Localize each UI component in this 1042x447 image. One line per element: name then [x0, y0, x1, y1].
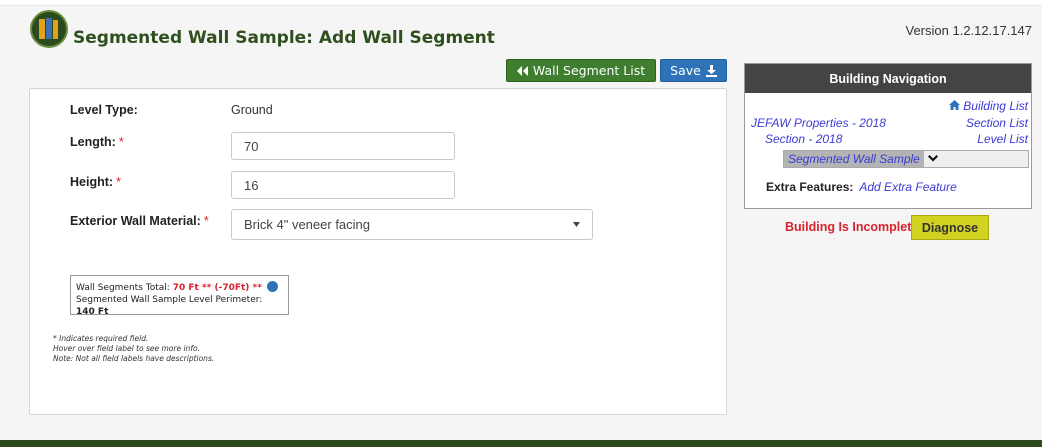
exterior-wall-material-select[interactable]: Brick 4" veneer facing — [231, 209, 593, 240]
top-border — [0, 0, 1042, 6]
required-mark: * — [116, 175, 121, 189]
diagnose-button[interactable]: Diagnose — [911, 215, 989, 240]
wall-segment-form: Level Type: Ground Length:* Height:* Ext… — [29, 88, 727, 415]
building-navigation-title: Building Navigation — [745, 64, 1031, 93]
wall-segments-totals-box: Wall Segments Total: 70 Ft ** (-70Ft) **… — [70, 275, 289, 318]
extra-features-row: Extra Features: Add Extra Feature — [753, 176, 1015, 198]
chevron-down-icon — [927, 155, 938, 162]
home-icon — [948, 100, 960, 110]
level-perimeter-line: Segmented Wall Sample Level Perimeter: 1… — [76, 294, 283, 318]
section-list-link[interactable]: Section List — [966, 116, 1028, 130]
extra-features-label: Extra Features: — [766, 180, 854, 194]
download-icon — [705, 64, 717, 77]
level-perimeter-value: 140 Ft — [76, 307, 109, 317]
current-level-selector[interactable]: Segmented Wall Sample — [783, 150, 1029, 168]
page-title: Segmented Wall Sample: Add Wall Segment — [73, 28, 495, 48]
save-button[interactable]: Save — [660, 59, 727, 82]
exterior-wall-material-value: Brick 4" veneer facing — [244, 217, 371, 232]
level-type-label: Level Type: — [70, 103, 138, 117]
wall-segments-total-value: 70 Ft ** (-70Ft) ** — [172, 283, 262, 293]
hover-note: Hover over field label to see more info. — [53, 344, 200, 353]
height-input[interactable] — [231, 171, 455, 199]
level-type-value: Ground — [231, 103, 273, 117]
current-level-link[interactable]: Segmented Wall Sample — [784, 151, 924, 167]
section-link[interactable]: Section - 2018 — [765, 132, 842, 146]
footer-bar — [0, 440, 1042, 447]
double-chevron-left-icon — [516, 65, 528, 76]
building-list-link[interactable]: Building List — [948, 99, 1028, 113]
help-icon[interactable] — [266, 281, 278, 292]
building-status-message: Building Is Incomplete — [785, 220, 919, 234]
wall-segment-list-button[interactable]: Wall Segment List — [506, 59, 656, 82]
wall-segment-list-label: Wall Segment List — [532, 63, 646, 78]
required-mark: * — [118, 135, 124, 149]
building-navigation-panel: Building Navigation Building List JEFAW … — [744, 63, 1032, 209]
required-note: * Indicates required field. — [53, 334, 149, 343]
caret-down-icon — [573, 222, 580, 227]
level-list-link[interactable]: Level List — [977, 132, 1028, 146]
height-label[interactable]: Height: * — [70, 175, 121, 189]
length-label[interactable]: Length: * — [70, 135, 124, 149]
descriptions-note: Note: Not all field labels have descript… — [53, 354, 215, 363]
version-label: Version 1.2.12.17.147 — [905, 23, 1033, 38]
exterior-wall-material-label[interactable]: Exterior Wall Material: * — [70, 214, 209, 228]
books-logo-icon — [30, 10, 68, 48]
wall-segments-total-line: Wall Segments Total: 70 Ft ** (-70Ft) ** — [76, 281, 283, 294]
wall-segments-total-label: Wall Segments Total: — [76, 283, 170, 293]
required-mark: * — [203, 214, 209, 228]
property-link[interactable]: JEFAW Properties - 2018 — [751, 116, 886, 130]
length-input[interactable] — [231, 132, 455, 160]
add-extra-feature-link[interactable]: Add Extra Feature — [859, 180, 956, 194]
save-label: Save — [670, 63, 701, 78]
form-notes: * Indicates required field. Hover over f… — [53, 334, 214, 364]
level-perimeter-label: Segmented Wall Sample Level Perimeter: — [76, 295, 263, 305]
